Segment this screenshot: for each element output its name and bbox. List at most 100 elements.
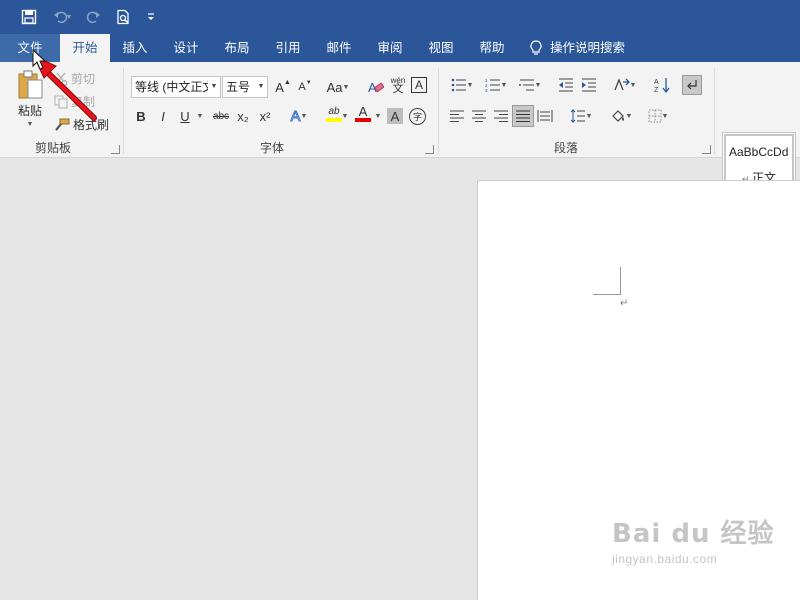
watermark-url: jingyan.baidu.com	[612, 552, 718, 566]
tab-home[interactable]: 开始	[60, 34, 110, 62]
shading-button[interactable]: ▼	[606, 106, 636, 126]
line-spacing-button[interactable]: ▼	[566, 106, 596, 126]
bold-button[interactable]: B	[131, 106, 151, 126]
tab-references[interactable]: 引用	[265, 34, 311, 62]
underline-button[interactable]: U	[175, 106, 195, 126]
numbering-button[interactable]: 123 ▼	[481, 75, 511, 95]
watermark-logo-text: Bai du 经验	[612, 519, 775, 549]
decrease-indent-icon	[558, 78, 574, 92]
chinese-layout-icon	[613, 78, 630, 92]
chevron-down-icon[interactable]: ▼	[255, 77, 267, 97]
increase-indent-icon	[581, 78, 597, 92]
justify-icon	[516, 110, 530, 122]
paragraph-launcher-icon[interactable]	[702, 145, 711, 154]
paste-dropdown-icon[interactable]: ▼	[27, 121, 34, 128]
tab-design[interactable]: 设计	[163, 34, 209, 62]
align-right-button[interactable]	[491, 106, 511, 126]
strikethrough-button[interactable]: abc	[208, 106, 234, 126]
redo-icon[interactable]	[82, 6, 104, 28]
text-effects-icon: A	[290, 107, 301, 125]
highlight-dropdown[interactable]: ▼	[340, 106, 350, 126]
tab-help[interactable]: 帮助	[469, 34, 515, 62]
scissors-icon	[54, 72, 68, 86]
font-name-value: 等线 (中文正文	[135, 80, 215, 94]
tab-mailings[interactable]: 邮件	[316, 34, 362, 62]
undo-dropdown-icon[interactable]: ▼	[64, 6, 74, 28]
font-name-combobox[interactable]: 等线 (中文正文 ▼	[131, 76, 221, 98]
paintbrush-icon	[54, 118, 70, 132]
numbered-list-icon: 123	[485, 78, 501, 92]
chevron-down-icon: ▼	[374, 112, 382, 120]
chevron-down-icon: ▼	[466, 81, 474, 89]
tab-view[interactable]: 视图	[418, 34, 464, 62]
customize-qat-icon[interactable]	[140, 6, 162, 28]
font-color-dropdown[interactable]: ▼	[373, 106, 383, 126]
bullets-button[interactable]: ▼	[447, 75, 477, 95]
clear-formatting-button[interactable]: A	[366, 77, 386, 97]
italic-button[interactable]: I	[153, 106, 173, 126]
tell-me-search[interactable]: 操作说明搜索	[530, 34, 640, 62]
font-color-button[interactable]: A	[352, 104, 374, 124]
change-case-button[interactable]: Aa ▼	[323, 77, 353, 97]
tab-insert[interactable]: 插入	[112, 34, 158, 62]
format-painter-label: 格式刷	[73, 118, 110, 132]
tab-file[interactable]: 文件	[0, 34, 60, 62]
enclose-characters-button[interactable]: 字	[409, 108, 426, 125]
highlight-icon: ab	[328, 105, 340, 117]
show-formatting-marks-button[interactable]	[682, 75, 702, 95]
eraser-icon: A	[368, 79, 384, 95]
baidu-jingyan-watermark: Bai du 经验 jingyan.baidu.com	[612, 513, 775, 566]
cut-button[interactable]: 剪切	[54, 70, 95, 87]
align-center-icon	[472, 110, 486, 122]
copy-label: 复制	[71, 95, 96, 109]
superscript-icon: x²	[259, 108, 271, 124]
character-shading-button[interactable]: A	[387, 108, 403, 124]
grow-font-button[interactable]: A ▲	[273, 77, 293, 97]
multilevel-list-button[interactable]: ▼	[515, 75, 545, 95]
copy-button[interactable]: 复制	[54, 93, 95, 110]
superscript-button[interactable]: x²	[255, 106, 275, 126]
copy-icon	[54, 95, 68, 109]
save-icon[interactable]	[18, 6, 40, 28]
decrease-indent-button[interactable]	[556, 75, 576, 95]
subscript-icon: x₂	[237, 108, 249, 124]
sort-icon: AZ	[654, 77, 670, 93]
sort-button[interactable]: AZ	[652, 75, 672, 95]
align-center-button[interactable]	[469, 106, 489, 126]
clipboard-launcher-icon[interactable]	[111, 145, 120, 154]
phonetic-guide-button[interactable]: wén 文	[388, 75, 408, 95]
font-color-swatch	[355, 118, 371, 122]
tab-review[interactable]: 审阅	[367, 34, 413, 62]
chevron-down-icon: ▼	[661, 112, 669, 120]
tab-layout[interactable]: 布局	[214, 34, 260, 62]
subscript-button[interactable]: x₂	[233, 106, 253, 126]
shrink-font-button[interactable]: A ▼	[295, 77, 315, 97]
ribbon-home: 粘贴 ▼ 剪切 复制 格式刷 剪贴板 等线 (中文正文 ▼ 五号 ▼ A ▲ A ▼…	[0, 62, 800, 190]
bold-icon: B	[136, 108, 146, 124]
borders-button[interactable]: ▼	[643, 106, 673, 126]
underline-icon: U	[180, 108, 190, 124]
grow-font-icon: A	[275, 79, 284, 95]
font-color-icon: A	[358, 104, 368, 119]
increase-indent-button[interactable]	[579, 75, 599, 95]
font-launcher-icon[interactable]	[425, 145, 434, 154]
distributed-button[interactable]	[535, 106, 555, 126]
print-preview-icon[interactable]	[112, 6, 134, 28]
character-border-button[interactable]: A	[411, 77, 427, 93]
format-painter-button[interactable]: 格式刷	[54, 116, 109, 133]
chevron-down-icon[interactable]: ▼	[208, 77, 220, 97]
strikethrough-icon: abc	[212, 110, 230, 122]
align-left-button[interactable]	[447, 106, 467, 126]
chinese-layout-button[interactable]: ▼	[610, 75, 640, 95]
paste-button[interactable]: 粘贴 ▼	[10, 70, 50, 128]
text-effects-button[interactable]: A ▼	[284, 106, 314, 126]
character-border-icon: A	[414, 78, 423, 92]
chevron-down-icon: ▼	[534, 81, 542, 89]
enclose-characters-icon: 字	[412, 112, 422, 122]
multilevel-list-icon	[518, 78, 535, 92]
paste-icon	[16, 70, 44, 100]
justify-button[interactable]	[512, 105, 534, 127]
underline-dropdown[interactable]: ▼	[195, 106, 205, 126]
align-left-icon	[450, 110, 464, 122]
font-size-combobox[interactable]: 五号 ▼	[222, 76, 268, 98]
